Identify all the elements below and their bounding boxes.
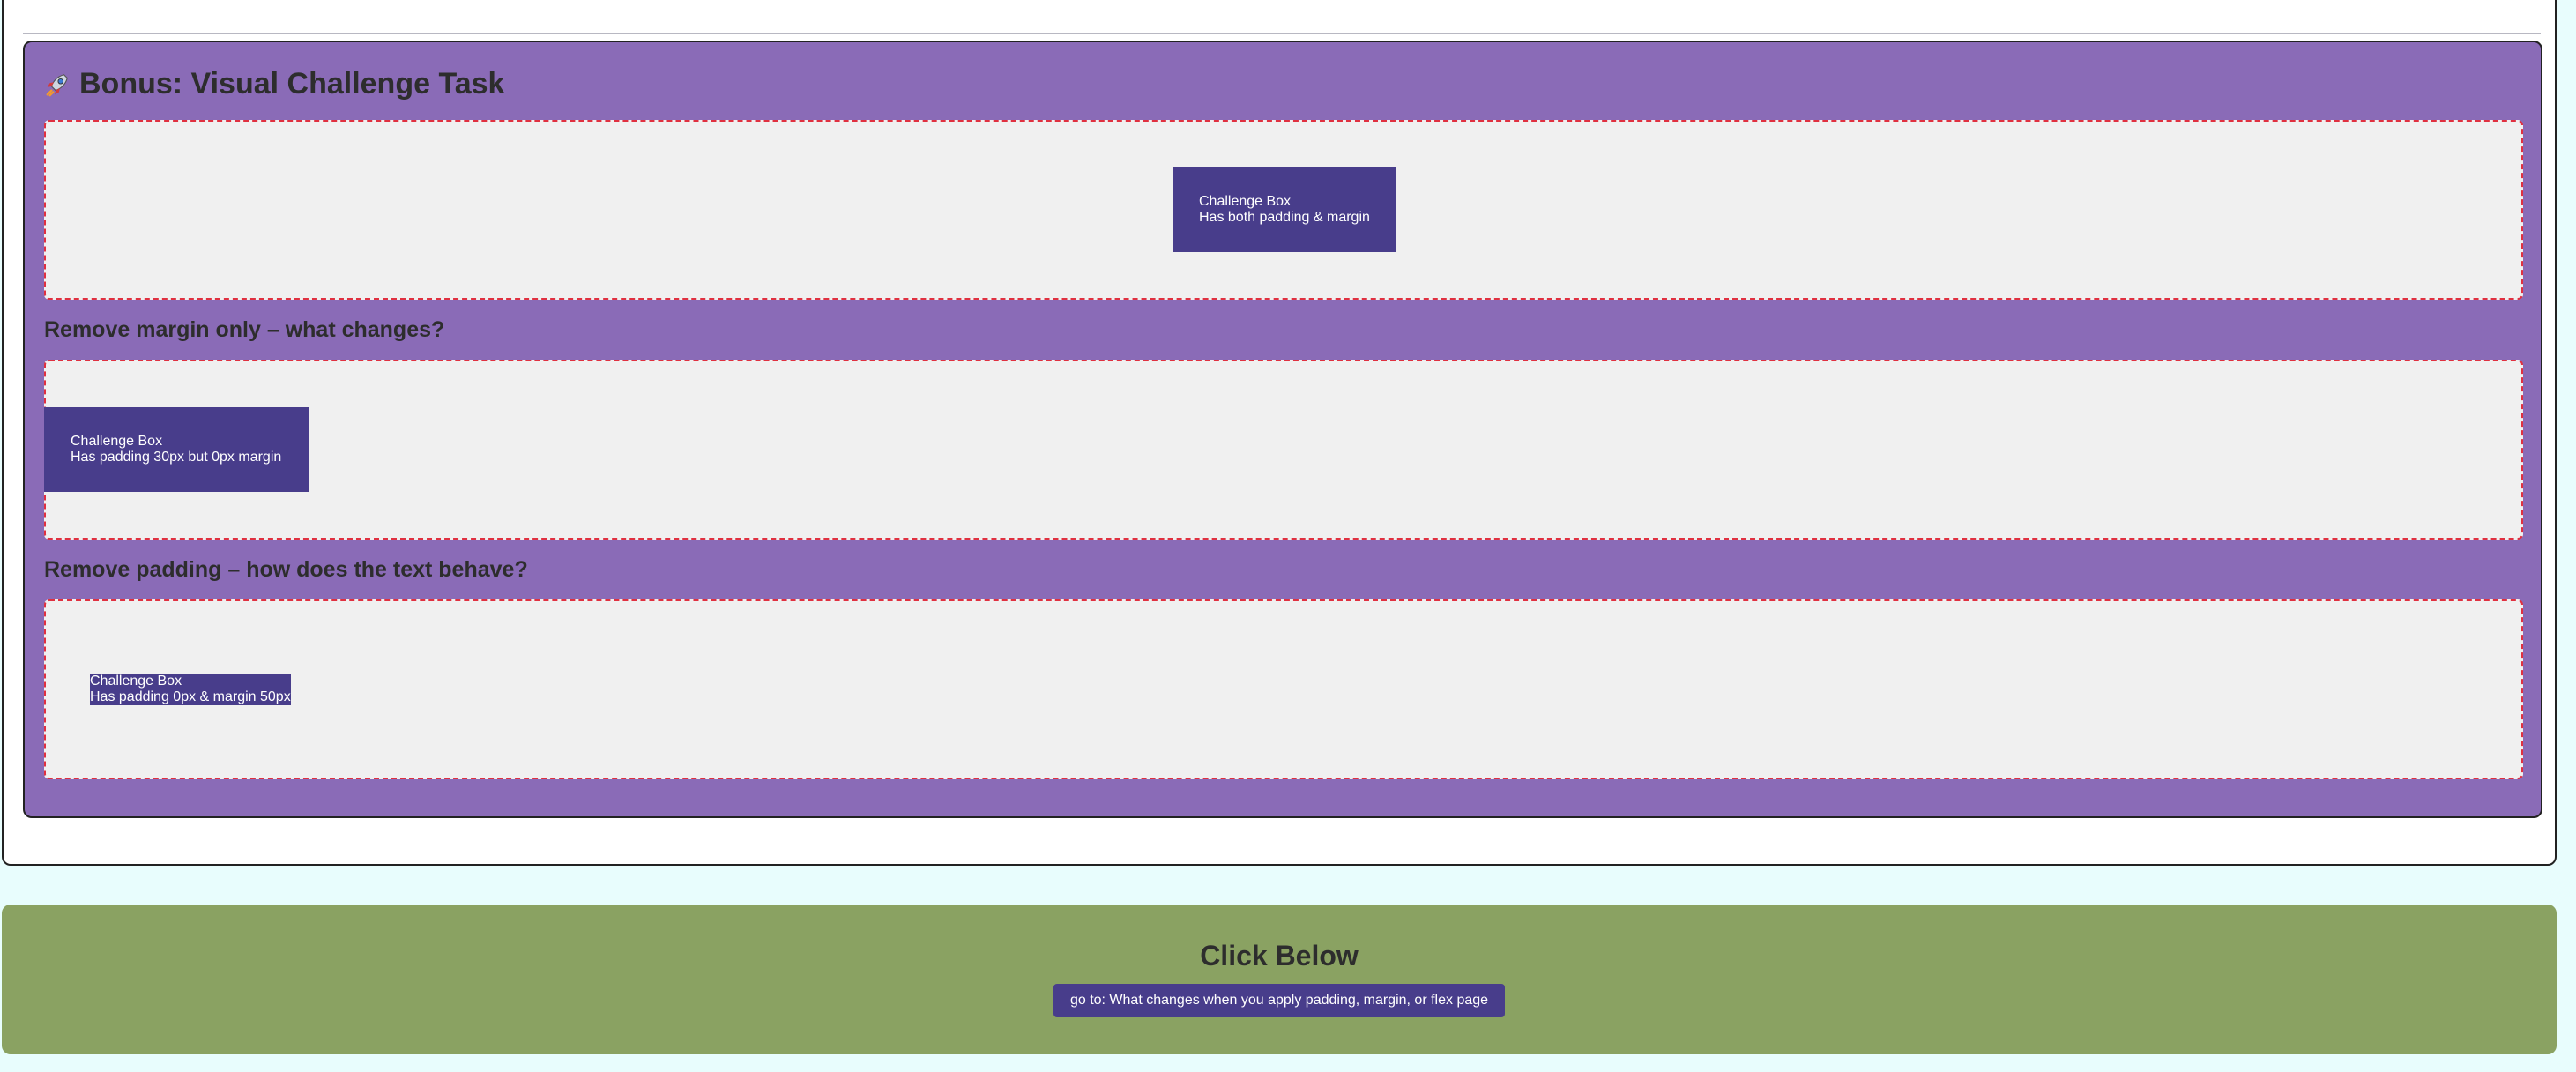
footer: Click Below go to: What changes when you…: [2, 904, 2557, 1054]
navigate-button[interactable]: go to: What changes when you apply paddi…: [1053, 984, 1506, 1017]
challenge-box-desc: Has padding 30px but 0px margin: [71, 450, 282, 465]
challenge-box-title: Challenge Box: [90, 674, 182, 689]
demo-box-no-padding: Challenge Box Has padding 0px & margin 5…: [44, 599, 2523, 779]
rocket-icon: [46, 73, 68, 96]
question-remove-margin: Remove margin only – what changes?: [44, 317, 445, 342]
question-remove-padding: Remove padding – how does the text behav…: [44, 557, 528, 582]
challenge-box: Challenge Box Has both padding & margin: [1173, 168, 1396, 252]
challenge-box-title: Challenge Box: [71, 434, 163, 449]
bonus-heading: Bonus: Visual Challenge Task: [44, 67, 504, 101]
challenge-box: Challenge Box Has padding 0px & margin 5…: [90, 674, 291, 705]
main-card: Bonus: Visual Challenge Task Challenge B…: [2, 0, 2557, 866]
demo-box-padding-and-margin: Challenge Box Has both padding & margin: [44, 120, 2523, 300]
footer-title: Click Below: [1200, 940, 1359, 972]
divider: [23, 33, 2541, 34]
challenge-box: Challenge Box Has padding 30px but 0px m…: [44, 407, 309, 492]
bonus-section: Bonus: Visual Challenge Task Challenge B…: [23, 41, 2542, 818]
challenge-box-title: Challenge Box: [1199, 194, 1292, 209]
bonus-title: Bonus: Visual Challenge Task: [79, 67, 505, 100]
challenge-box-desc: Has both padding & margin: [1199, 210, 1370, 225]
challenge-box-desc: Has padding 0px & margin 50px: [90, 689, 291, 704]
demo-box-no-margin: Challenge Box Has padding 30px but 0px m…: [44, 360, 2523, 540]
footer-button-wrap: go to: What changes when you apply paddi…: [2, 984, 2557, 1017]
